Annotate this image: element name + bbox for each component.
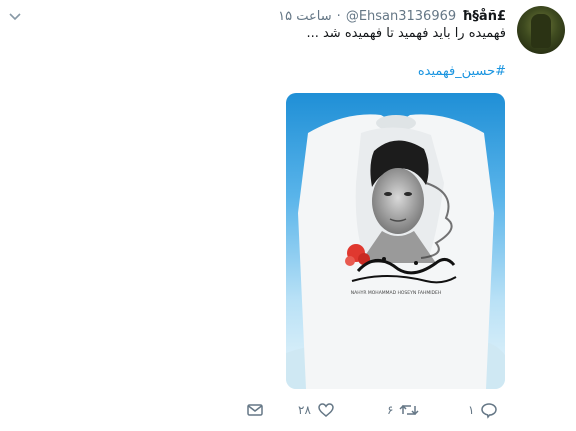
- retweet-icon: [399, 404, 419, 416]
- dm-icon: [247, 404, 263, 416]
- like-button[interactable]: ۲۸: [298, 400, 335, 420]
- display-name[interactable]: ħ§åñ£: [462, 9, 506, 24]
- chevron-down-icon[interactable]: [8, 12, 22, 22]
- avatar-figure: [531, 14, 551, 48]
- user-handle[interactable]: @Ehsan3136969: [346, 9, 456, 24]
- tweet-actions: ۲۸ ۶ ۱: [240, 400, 510, 422]
- shirt-caption: NAHYR MOHAMMAD HOSEYN FAHMIDEH: [351, 290, 441, 296]
- reply-button[interactable]: ۱: [468, 400, 498, 420]
- hashtag-link[interactable]: #حسین_فهمیده: [418, 64, 506, 79]
- like-icon: [318, 403, 334, 417]
- retweet-button[interactable]: ۶: [387, 400, 419, 420]
- like-count: ۲۸: [298, 403, 311, 417]
- tweet-timestamp[interactable]: ۱۵ ساعت: [278, 9, 332, 24]
- tweet-image[interactable]: NAHYR MOHAMMAD HOSEYN FAHMIDEH: [286, 93, 505, 389]
- tweet-header: ħ§åñ£ @Ehsan3136969 · ۱۵ ساعت: [278, 7, 506, 25]
- reply-count: ۱: [468, 403, 475, 417]
- separator-dot: ·: [336, 8, 341, 24]
- reply-icon: [481, 403, 498, 419]
- shirt-photo: NAHYR MOHAMMAD HOSEYN FAHMIDEH: [286, 114, 505, 389]
- avatar[interactable]: [517, 6, 565, 54]
- tweet-text: فهمیده را باید فهمید تا فهمیده شد ...: [306, 26, 506, 41]
- retweet-count: ۶: [387, 403, 394, 417]
- dm-button[interactable]: [246, 400, 264, 420]
